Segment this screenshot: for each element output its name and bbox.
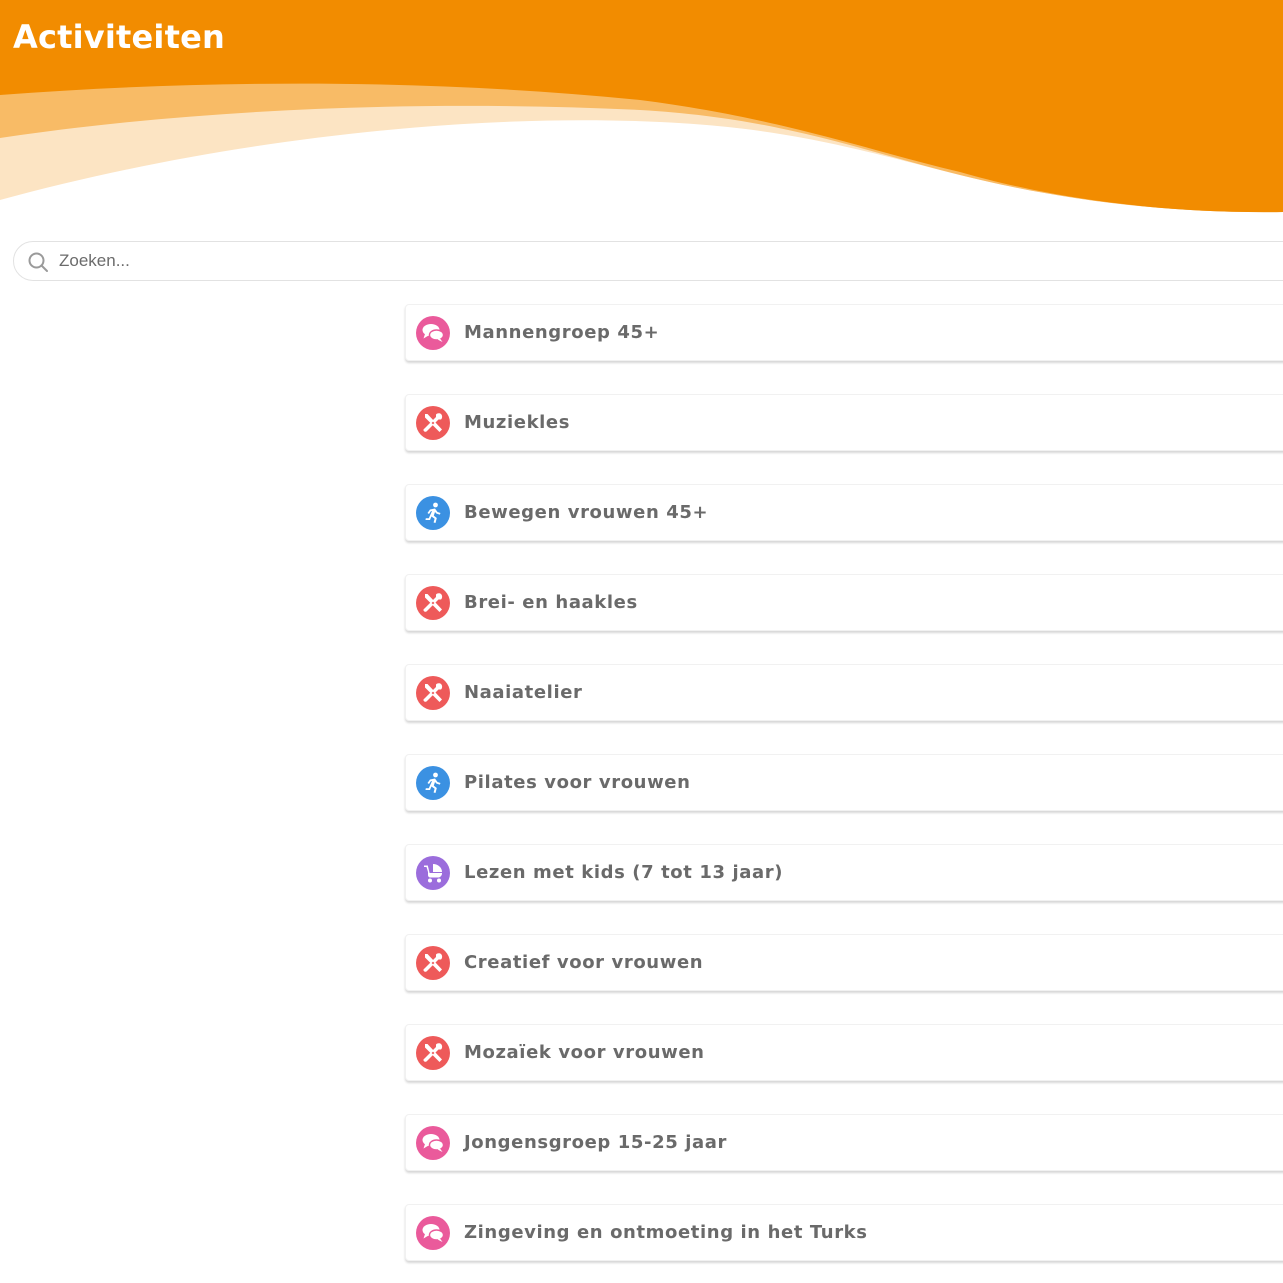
activity-label: Mozaïek voor vrouwen [464, 1042, 705, 1063]
activity-card-pilates[interactable]: Pilates voor vrouwen [405, 754, 1283, 811]
activity-label: Naaiatelier [464, 682, 583, 703]
activity-card-creatief[interactable]: Creatief voor vrouwen [405, 934, 1283, 991]
stroller-icon [416, 856, 450, 890]
page-title: Activiteiten [13, 18, 225, 56]
activity-card-naaiatelier[interactable]: Naaiatelier [405, 664, 1283, 721]
activity-list: Mannengroep 45+ Muziekles Bewegen vrouwe… [405, 304, 1283, 1283]
running-icon [416, 766, 450, 800]
chat-icon [416, 1126, 450, 1160]
activity-label: Zingeving en ontmoeting in het Turks [464, 1222, 868, 1243]
activity-card-zingeving[interactable]: Zingeving en ontmoeting in het Turks [405, 1204, 1283, 1261]
activity-card-mozaiek[interactable]: Mozaïek voor vrouwen [405, 1024, 1283, 1081]
activity-card-jongensgroep[interactable]: Jongensgroep 15-25 jaar [405, 1114, 1283, 1171]
chat-icon [416, 1216, 450, 1250]
search-bar[interactable] [13, 241, 1283, 281]
activity-label: Brei- en haakles [464, 592, 638, 613]
tools-icon [416, 946, 450, 980]
tools-icon [416, 1036, 450, 1070]
activity-label: Creatief voor vrouwen [464, 952, 704, 973]
activity-label: Mannengroep 45+ [464, 322, 660, 343]
activity-label: Lezen met kids (7 tot 13 jaar) [464, 862, 784, 883]
search-icon [27, 251, 49, 273]
page: Activiteiten Mannengroep 45+ Muziekles B… [0, 0, 1283, 1283]
activity-card-lezen-met-kids[interactable]: Lezen met kids (7 tot 13 jaar) [405, 844, 1283, 901]
tools-icon [416, 406, 450, 440]
activity-label: Pilates voor vrouwen [464, 772, 691, 793]
activity-card-muziekles[interactable]: Muziekles [405, 394, 1283, 451]
search-input[interactable] [59, 248, 1259, 274]
header-banner: Activiteiten [0, 0, 1283, 230]
chat-icon [416, 316, 450, 350]
activity-card-bewegen-vrouwen[interactable]: Bewegen vrouwen 45+ [405, 484, 1283, 541]
tools-icon [416, 676, 450, 710]
activity-label: Bewegen vrouwen 45+ [464, 502, 709, 523]
tools-icon [416, 586, 450, 620]
activity-label: Jongensgroep 15-25 jaar [464, 1132, 727, 1153]
running-icon [416, 496, 450, 530]
activity-card-brei-haakles[interactable]: Brei- en haakles [405, 574, 1283, 631]
activity-card-mannengroep[interactable]: Mannengroep 45+ [405, 304, 1283, 361]
activity-label: Muziekles [464, 412, 571, 433]
